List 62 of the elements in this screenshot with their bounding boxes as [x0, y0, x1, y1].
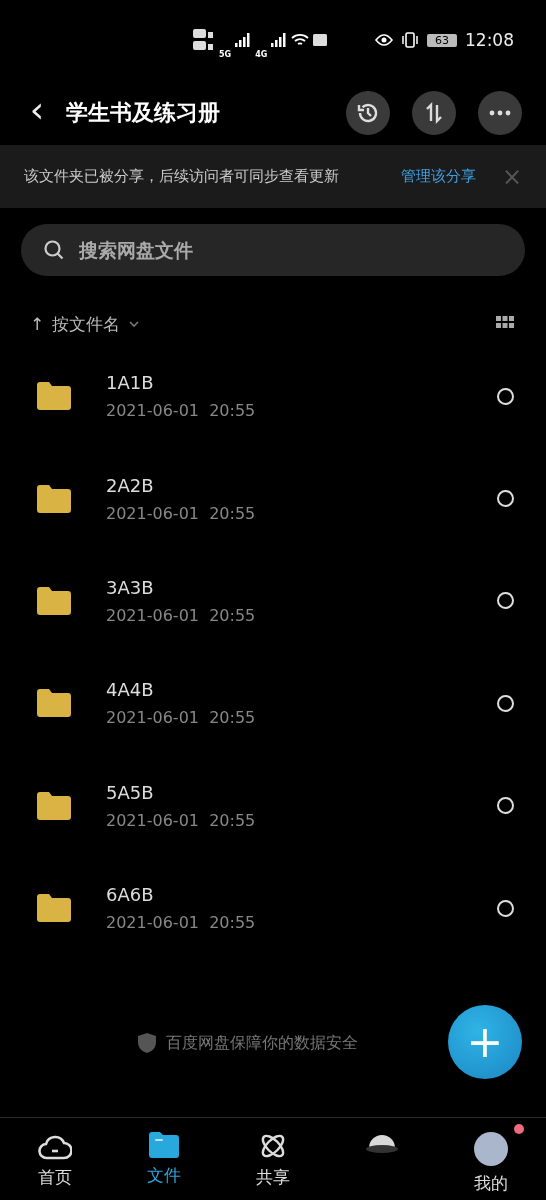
sort-button[interactable]: ↑ 按文件名 — [30, 312, 141, 336]
folder-icon — [37, 586, 71, 615]
folder-date: 2021-06-01 20:55 — [106, 810, 257, 830]
folder-date: 2021-06-01 20:55 — [106, 401, 257, 421]
eye-icon — [375, 34, 393, 46]
folder-title: 学生书及练习册 — [66, 99, 221, 127]
nav-tab[interactable]: 首页 — [0, 1118, 110, 1200]
share-message: 该文件夹已被分享，后续访问者可同步查看更新 — [24, 167, 340, 186]
folder-date: 2021-06-01 20:55 — [106, 913, 257, 933]
folder-date: 2021-06-01 20:55 — [106, 708, 257, 728]
folder-icon — [37, 791, 71, 820]
back-button[interactable]: ‹ — [24, 92, 50, 128]
signal-icon — [235, 33, 252, 47]
select-radio[interactable] — [497, 592, 514, 610]
history-icon — [356, 101, 380, 125]
folder-icon — [37, 689, 71, 718]
folder-date: 2021-06-01 20:55 — [106, 605, 257, 625]
select-radio[interactable] — [497, 490, 514, 508]
folder-name: 5A5B — [106, 781, 155, 803]
more-button[interactable] — [478, 91, 522, 135]
select-radio[interactable] — [497, 797, 514, 815]
history-button[interactable] — [346, 91, 390, 135]
search-field[interactable]: 搜索网盘文件 — [21, 224, 525, 276]
folder-row[interactable]: 4A4B 2021-06-01 20:55 — [0, 652, 546, 755]
nav-tab[interactable]: 文件 — [109, 1118, 219, 1200]
avatar-icon — [474, 1132, 509, 1166]
folder-row[interactable]: 2A2B 2021-06-01 20:55 — [0, 447, 546, 550]
vibrate-icon — [401, 32, 419, 48]
folder-row[interactable]: 3A3B 2021-06-01 20:55 — [0, 549, 546, 653]
security-note: 百度网盘保障你的数据安全 — [166, 1032, 358, 1054]
chevron-down-icon — [128, 320, 141, 328]
nav-tab[interactable]: 共享 — [218, 1118, 328, 1200]
select-radio[interactable] — [497, 387, 514, 405]
atom-icon — [259, 1132, 287, 1160]
network-label: 5G — [219, 49, 232, 59]
folder-date: 2021-06-01 20:55 — [106, 503, 257, 523]
shield-icon — [138, 1033, 156, 1054]
more-icon — [489, 110, 511, 116]
folder-name: 3A3B — [106, 576, 155, 598]
folder-icon — [37, 484, 71, 513]
folder-row[interactable]: 6A6B 2021-06-01 20:55 — [0, 856, 546, 960]
wifi-icon — [291, 33, 310, 47]
folder-name: 1A1B — [106, 372, 155, 394]
folder-name: 6A6B — [106, 884, 155, 906]
folder-row[interactable]: 5A5B 2021-06-01 20:55 — [0, 754, 546, 857]
transfer-button[interactable] — [412, 91, 456, 135]
clock-time: 12:08 — [465, 30, 514, 50]
folder-icon — [37, 894, 71, 923]
manage-share-link[interactable]: 管理该分享 — [400, 167, 476, 186]
folder-name: 2A2B — [106, 474, 155, 496]
folder-icon — [148, 1132, 179, 1158]
hd-icon — [193, 28, 215, 52]
select-radio[interactable] — [497, 899, 514, 917]
search-icon — [43, 239, 65, 261]
folder-row[interactable]: 1A1B 2021-06-01 20:55 — [0, 345, 546, 448]
folder-icon — [37, 382, 71, 411]
battery-indicator: 63 — [427, 33, 457, 47]
nav-tab[interactable]: 我的 — [436, 1118, 546, 1200]
folder-name: 4A4B — [106, 679, 155, 701]
select-radio[interactable] — [497, 694, 514, 712]
network-label: 4G — [255, 49, 268, 59]
signal-icon — [271, 33, 288, 47]
